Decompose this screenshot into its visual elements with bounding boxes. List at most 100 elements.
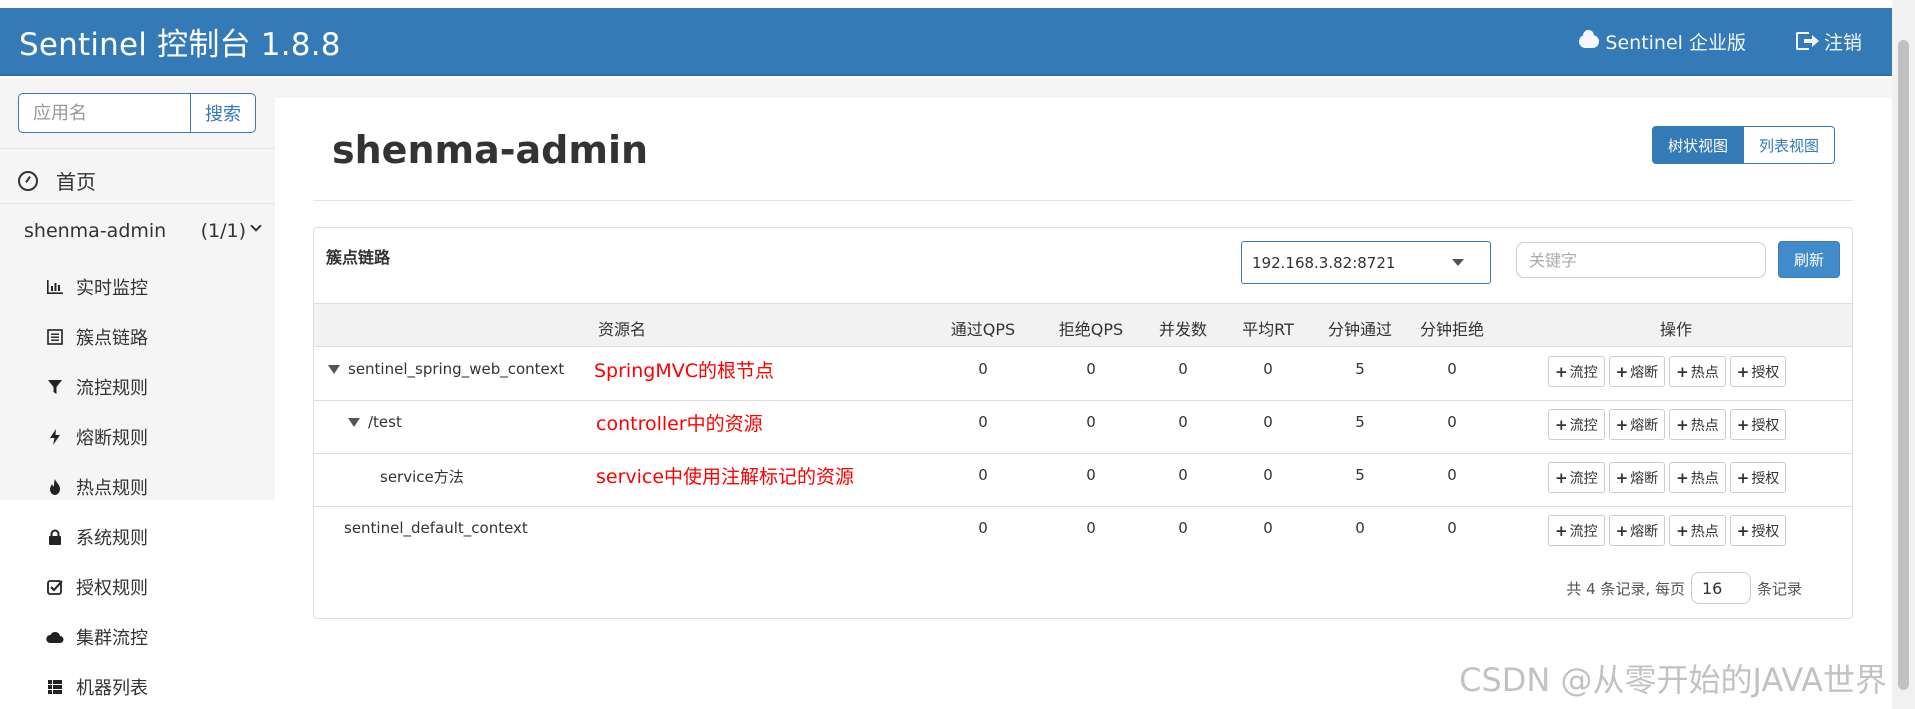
action-label: 熔断 [1630, 470, 1659, 487]
add-flow-rule-button[interactable]: + 流控 [1548, 409, 1605, 440]
page-size-input[interactable] [1690, 572, 1751, 604]
add-hotspot-rule-button[interactable]: + 热点 [1669, 356, 1726, 387]
logout-label: 注销 [1823, 31, 1862, 54]
resource-name-cell: sentinel_spring_web_context [328, 360, 564, 378]
sidebar-item-degrade-rules[interactable]: 熔断规则 [46, 424, 148, 450]
sidebar-app-shenma-admin[interactable]: shenma-admin (1/1) [24, 220, 262, 242]
enterprise-link[interactable]: Sentinel 企业版 [1579, 28, 1746, 55]
minute-block-cell: 0 [1447, 360, 1457, 378]
plus-icon: + [1615, 415, 1629, 434]
threads-cell: 0 [1178, 413, 1188, 431]
brand-title[interactable]: Sentinel 控制台 1.8.8 [19, 19, 341, 64]
action-label: 熔断 [1630, 364, 1659, 381]
threads-cell: 0 [1178, 360, 1188, 378]
sidebar-item-system-rules[interactable]: 系统规则 [46, 524, 148, 550]
add-degrade-rule-button[interactable]: + 熔断 [1608, 515, 1666, 546]
plus-icon: + [1555, 521, 1568, 540]
page-scrollbar[interactable] [1892, 0, 1915, 709]
row-actions: + 流控 + 熔断 + 热点 + 授权 [1548, 356, 1787, 387]
plus-icon: + [1615, 362, 1629, 381]
sidebar-item-label: 机器列表 [76, 678, 148, 699]
sidebar-item-cluster-point-link[interactable]: 簇点链路 [46, 324, 148, 350]
cloud-icon [1579, 29, 1600, 48]
sidebar-item-label: 系统规则 [76, 528, 148, 549]
add-degrade-rule-button[interactable]: + 熔断 [1608, 462, 1666, 493]
plus-icon: + [1676, 521, 1689, 540]
sidebar-item-label: 集群流控 [76, 628, 148, 649]
plus-icon: + [1736, 468, 1750, 487]
threads-cell: 0 [1178, 519, 1188, 537]
pass-qps-cell: 0 [978, 466, 988, 484]
flash-icon [46, 428, 64, 446]
enterprise-label: Sentinel 企业版 [1605, 31, 1746, 54]
app-search-input[interactable] [18, 93, 190, 133]
sidebar-divider [0, 203, 275, 204]
list-view-button[interactable]: 列表视图 [1744, 126, 1836, 164]
block-qps-cell: 0 [1086, 360, 1096, 378]
action-label: 流控 [1569, 364, 1598, 381]
sidebar-item-home[interactable]: 首页 [18, 166, 96, 195]
logout-link[interactable]: 注销 [1795, 28, 1862, 55]
add-degrade-rule-button[interactable]: + 熔断 [1608, 409, 1666, 440]
add-authority-rule-button[interactable]: + 授权 [1729, 356, 1787, 387]
add-flow-rule-button[interactable]: + 流控 [1548, 462, 1605, 493]
minute-block-cell: 0 [1447, 519, 1457, 537]
sidebar-item-flow-rules[interactable]: 流控规则 [46, 374, 148, 400]
app-machine-count: (1/1) [200, 220, 246, 242]
minute-pass-cell: 5 [1355, 360, 1365, 378]
plus-icon: + [1555, 362, 1568, 381]
add-degrade-rule-button[interactable]: + 熔断 [1608, 356, 1666, 387]
annotation-note: SpringMVC的根节点 [594, 360, 774, 382]
minute-pass-cell: 0 [1355, 519, 1365, 537]
add-hotspot-rule-button[interactable]: + 热点 [1669, 409, 1726, 440]
block-qps-cell: 0 [1086, 413, 1096, 431]
row-actions: + 流控 + 熔断 + 热点 + 授权 [1548, 409, 1787, 440]
pagination-total: 共 4 条记录, 每页 [1566, 579, 1685, 598]
column-header: 操作 [1659, 320, 1693, 339]
sidebar-divider [0, 148, 275, 149]
app-name: shenma-admin [24, 220, 167, 242]
action-label: 热点 [1690, 364, 1719, 381]
chevron-down-icon [250, 220, 262, 232]
add-authority-rule-button[interactable]: + 授权 [1729, 515, 1787, 546]
plus-icon: + [1736, 521, 1750, 540]
tree-view-button[interactable]: 树状视图 [1652, 126, 1745, 164]
app-search-button[interactable]: 搜索 [190, 93, 256, 133]
column-header: 资源名 [597, 320, 647, 339]
action-label: 热点 [1690, 470, 1719, 487]
scrollbar-thumb[interactable] [1898, 40, 1909, 690]
machine-select-value: 192.168.3.82:8721 [1252, 253, 1396, 272]
sidebar-item-label: 簇点链路 [76, 328, 148, 349]
add-hotspot-rule-button[interactable]: + 热点 [1669, 462, 1726, 493]
sidebar-item-authority-rules[interactable]: 授权规则 [46, 574, 148, 600]
sidebar-item-realtime-monitor[interactable]: 实时监控 [46, 274, 148, 300]
tree-collapse-icon[interactable] [348, 418, 360, 427]
add-hotspot-rule-button[interactable]: + 热点 [1669, 515, 1726, 546]
caret-down-icon [1452, 259, 1464, 266]
add-flow-rule-button[interactable]: + 流控 [1548, 515, 1605, 546]
add-authority-rule-button[interactable]: + 授权 [1729, 409, 1787, 440]
add-flow-rule-button[interactable]: + 流控 [1548, 356, 1605, 387]
panel-title: 簇点链路 [326, 248, 391, 267]
table-row: sentinel_spring_web_context SpringMVC的根节… [314, 348, 1852, 401]
tree-collapse-icon[interactable] [328, 365, 340, 374]
th-list-icon [46, 678, 64, 696]
sidebar-item-machine-list[interactable]: 机器列表 [46, 674, 148, 700]
refresh-button[interactable]: 刷新 [1778, 241, 1840, 278]
sidebar-item-hotspot-rules[interactable]: 热点规则 [46, 474, 148, 500]
sidebar: 搜索 首页 shenma-admin (1/1) 实时监控 簇点链路 流控规则 … [0, 78, 275, 709]
sidebar-item-cluster-flow[interactable]: 集群流控 [46, 624, 148, 650]
action-label: 熔断 [1630, 417, 1659, 434]
column-header: 分钟通过 [1327, 320, 1393, 339]
resource-name-cell: service方法 [380, 466, 464, 487]
action-label: 流控 [1569, 417, 1598, 434]
machine-select[interactable]: 192.168.3.82:8721 [1241, 241, 1491, 284]
keyword-input[interactable] [1516, 242, 1766, 278]
add-authority-rule-button[interactable]: + 授权 [1729, 462, 1787, 493]
minute-pass-cell: 5 [1355, 413, 1365, 431]
action-label: 授权 [1751, 470, 1780, 487]
sidebar-item-label: 授权规则 [76, 578, 148, 599]
table-row: /test controller中的资源 0 0 0 0 5 0 + 流控 + 熔断… [314, 401, 1852, 454]
minute-pass-cell: 5 [1355, 466, 1365, 484]
resource-panel: 簇点链路 192.168.3.82:8721 刷新 资源名 通过QPS 拒绝QP… [313, 227, 1853, 619]
